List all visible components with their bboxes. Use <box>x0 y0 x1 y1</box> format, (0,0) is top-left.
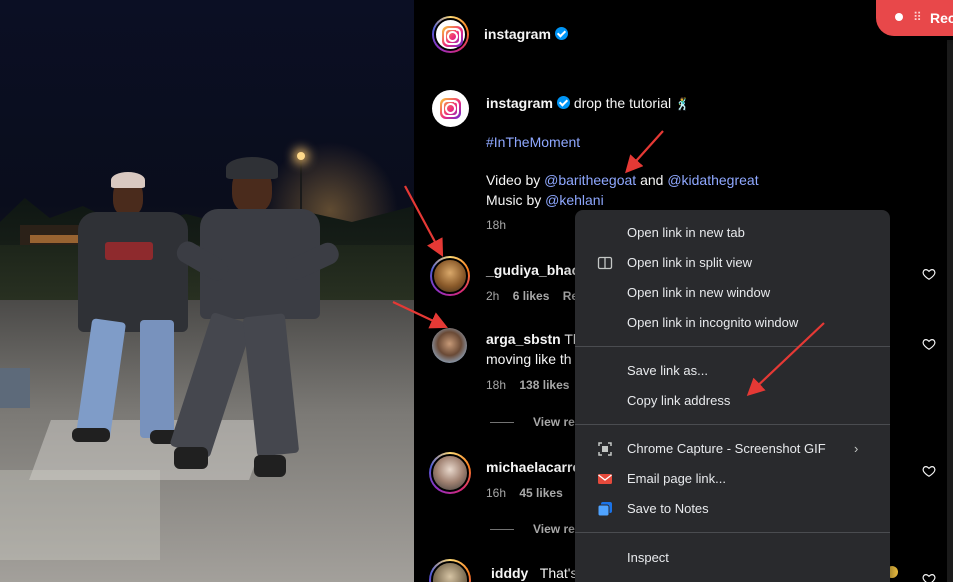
record-dot-icon <box>895 13 903 21</box>
menu-item-save-link-as[interactable]: Save link as... <box>575 356 890 386</box>
mention-link-kidathegreat[interactable]: @kidathegreat <box>667 172 758 188</box>
view-replies-button[interactable]: View re <box>533 415 575 429</box>
hashtag-link[interactable]: #InTheMoment <box>486 134 580 150</box>
comment-avatar[interactable] <box>432 328 467 363</box>
menu-item-save-to-notes[interactable]: Save to Notes <box>575 494 890 524</box>
caption-line: instagram drop the tutorial 🕺 <box>486 95 690 111</box>
comment-line: arga_sbstn Th <box>486 331 581 347</box>
street-lamp <box>297 152 305 160</box>
view-replies-button[interactable]: View re <box>533 522 575 536</box>
record-label: Rec <box>930 10 953 26</box>
instagram-logo-icon <box>442 26 463 47</box>
and-label: and <box>640 172 664 188</box>
scrollbar[interactable] <box>947 40 953 582</box>
drag-handle-icon[interactable]: ⠿ <box>913 11 922 23</box>
heart-icon[interactable] <box>922 337 936 351</box>
menu-item-copy-link-address[interactable]: Copy link address <box>575 386 890 416</box>
menu-item-label: Save to Notes <box>627 501 709 516</box>
replies-divider <box>490 422 514 423</box>
caption-username[interactable]: instagram <box>486 95 553 111</box>
menu-item-label: Save link as... <box>627 363 708 378</box>
menu-separator <box>575 424 890 425</box>
email-icon <box>598 474 612 484</box>
menu-item-label: Open link in split view <box>627 255 752 270</box>
menu-item-open-incognito[interactable]: Open link in incognito window <box>575 308 890 338</box>
header-avatar[interactable] <box>432 16 469 53</box>
menu-item-label: Open link in incognito window <box>627 315 799 330</box>
record-button[interactable]: ⠿ Rec <box>876 0 953 36</box>
post-age[interactable]: 18h <box>486 218 506 232</box>
heart-icon[interactable] <box>922 464 936 478</box>
menu-item-label: Copy link address <box>627 393 731 408</box>
comment-meta: 2h 6 likes Re <box>486 289 578 303</box>
instagram-logo-icon <box>440 98 461 119</box>
comment-avatar[interactable] <box>430 256 470 296</box>
mention-link-baritheegoat[interactable]: @baritheegoat <box>544 172 636 188</box>
menu-item-open-split-view[interactable]: Open link in split view <box>575 248 890 278</box>
split-view-icon <box>597 256 613 270</box>
menu-item-inspect[interactable]: Inspect <box>575 543 890 573</box>
comment-likes[interactable]: 138 likes <box>519 378 569 392</box>
menu-item-chrome-capture[interactable]: Chrome Capture - Screenshot GIF › <box>575 434 890 464</box>
music-by-label: Music by <box>486 192 542 208</box>
video-by-label: Video by <box>486 172 541 188</box>
menu-item-label: Inspect <box>627 550 669 565</box>
verified-badge-icon <box>556 96 570 109</box>
music-credit-line: Music by @kehlani <box>486 192 604 208</box>
comment-avatar[interactable] <box>429 452 471 494</box>
header-username-text[interactable]: instagram <box>484 26 551 42</box>
comment-likes[interactable]: 6 likes <box>513 289 550 303</box>
caption-text: drop the tutorial <box>573 95 672 111</box>
reel-video[interactable] <box>0 0 414 582</box>
chevron-right-icon: › <box>854 441 859 456</box>
heart-icon[interactable] <box>922 267 936 281</box>
menu-separator <box>575 532 890 533</box>
header-username[interactable]: instagram <box>484 26 568 42</box>
comment-age[interactable]: 2h <box>486 289 499 303</box>
notes-icon <box>597 502 612 517</box>
comment-avatar[interactable] <box>429 559 471 582</box>
video-credit-line: Video by @baritheegoat and @kidathegreat <box>486 172 759 188</box>
menu-item-label: Open link in new window <box>627 285 771 300</box>
menu-item-email-page-link[interactable]: Email page link... <box>575 464 890 494</box>
heart-icon[interactable] <box>922 572 936 582</box>
context-menu: Open link in new tab Open link in split … <box>575 210 890 582</box>
verified-badge-icon <box>554 27 568 40</box>
comment-username[interactable]: _gudiya_bhac <box>486 262 579 278</box>
dancer-emoji: 🕺 <box>675 97 690 111</box>
comment-likes[interactable]: 45 likes <box>519 486 562 500</box>
comment-username[interactable]: michaelacarro <box>486 459 581 475</box>
comment-line: idddy That's <box>491 565 577 581</box>
comment-username[interactable]: idddy <box>491 565 528 581</box>
comment-text-continued: moving like th <box>486 351 572 367</box>
comment-age[interactable]: 18h <box>486 378 506 392</box>
menu-item-label: Email page link... <box>627 471 726 486</box>
menu-separator <box>575 346 890 347</box>
menu-item-label: Chrome Capture - Screenshot GIF <box>627 441 826 456</box>
mention-link-kehlani[interactable]: @kehlani <box>545 192 604 208</box>
comment-username[interactable]: arga_sbstn <box>486 331 561 347</box>
comment-text: That's <box>539 565 578 581</box>
menu-item-label: Open link in new tab <box>627 225 745 240</box>
comment-meta: 18h 138 likes <box>486 378 569 392</box>
menu-item-open-new-window[interactable]: Open link in new window <box>575 278 890 308</box>
caption-avatar[interactable] <box>432 90 469 127</box>
capture-icon <box>598 442 612 456</box>
curb <box>0 368 30 408</box>
menu-item-open-new-tab[interactable]: Open link in new tab <box>575 218 890 248</box>
comment-meta: 16h 45 likes <box>486 486 563 500</box>
replies-divider <box>490 529 514 530</box>
comment-age[interactable]: 16h <box>486 486 506 500</box>
